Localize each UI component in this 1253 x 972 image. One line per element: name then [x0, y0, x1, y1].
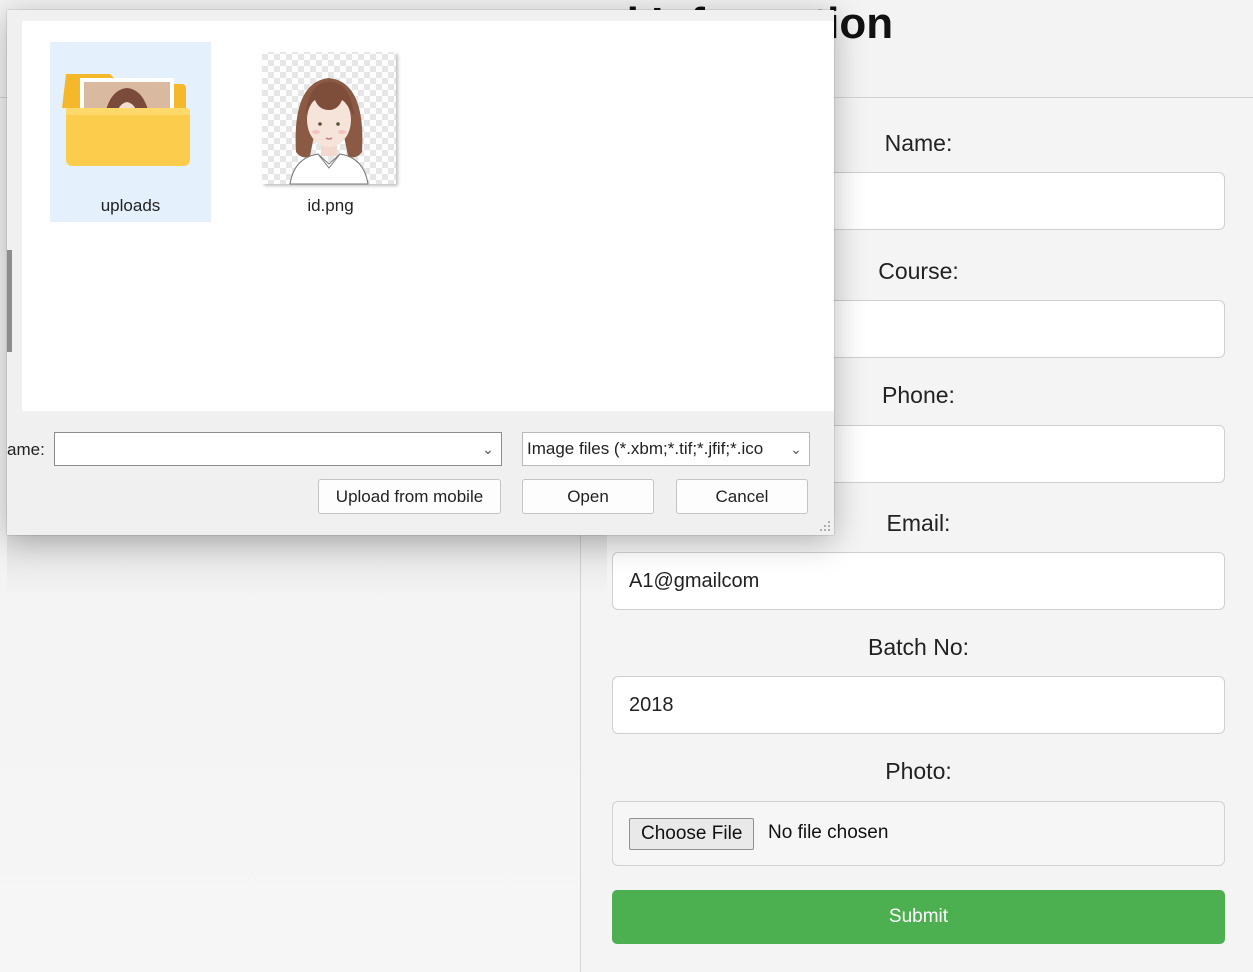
resize-grip-icon[interactable]	[819, 520, 831, 532]
filename-label: ame:	[7, 440, 45, 459]
photo-file-input[interactable]: Choose File No file chosen	[612, 801, 1225, 866]
file-open-dialog: uploads id.png ame: ⌄ Image files (*.xbm…	[7, 10, 834, 535]
folder-icon	[62, 74, 190, 166]
file-item-uploads[interactable]: uploads	[50, 42, 211, 222]
photo-label: Photo:	[885, 758, 952, 784]
batch-label: Batch No:	[868, 634, 969, 660]
choose-file-button[interactable]: Choose File	[629, 818, 755, 850]
file-list-area[interactable]: uploads id.png	[22, 21, 834, 411]
submit-button[interactable]: Submit	[612, 890, 1225, 944]
open-button[interactable]: Open	[522, 479, 654, 514]
chevron-down-icon[interactable]: ⌄	[481, 439, 495, 459]
email-input[interactable]	[612, 552, 1225, 610]
filetype-dropdown[interactable]: Image files (*.xbm;*.tif;*.jfif;*.ico ⌄	[522, 432, 810, 466]
file-item-label: id.png	[307, 196, 354, 215]
filetype-value: Image files (*.xbm;*.tif;*.jfif;*.ico	[527, 439, 764, 458]
upload-from-mobile-button[interactable]: Upload from mobile	[318, 479, 501, 514]
file-item-label: uploads	[100, 196, 161, 215]
dialog-shadow	[7, 535, 607, 595]
filename-combobox[interactable]: ⌄	[54, 432, 502, 466]
scrollbar-thumb[interactable]	[7, 250, 12, 352]
image-thumbnail-icon	[262, 52, 396, 185]
chevron-down-icon[interactable]: ⌄	[789, 439, 803, 459]
file-item-id-png[interactable]: id.png	[250, 42, 411, 222]
batch-input[interactable]	[612, 676, 1225, 734]
cancel-button[interactable]: Cancel	[676, 479, 808, 514]
no-file-text: No file chosen	[768, 822, 889, 843]
